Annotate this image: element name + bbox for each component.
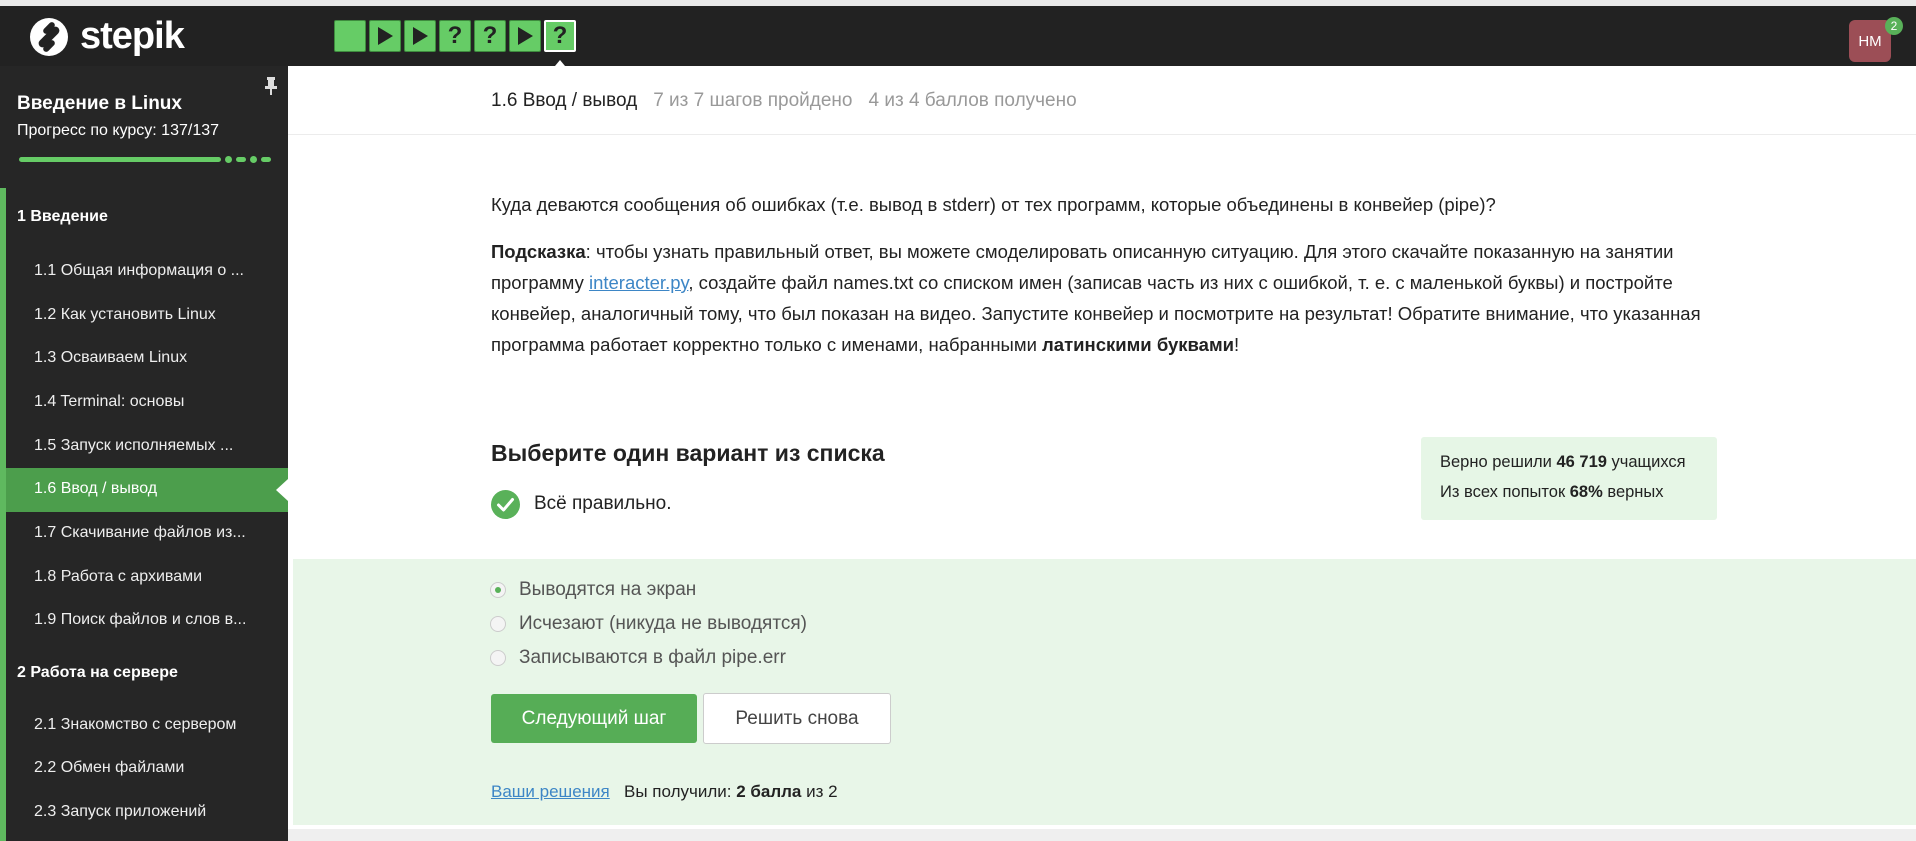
play-icon (518, 27, 533, 45)
option-2-radio[interactable] (490, 616, 506, 632)
score-result: Вы получили: 2 балла из 2 (624, 782, 838, 801)
quiz-status: Всё правильно. (534, 493, 672, 514)
brand-name: stepik (80, 15, 185, 57)
question-text: Куда деваются сообщения об ошибках (т.е.… (491, 194, 1496, 215)
score-meta: 4 из 4 баллов получено (868, 90, 1077, 111)
lesson-step-bar: ? ? ? (334, 20, 576, 52)
play-icon (413, 27, 428, 45)
lesson-1-6[interactable]: 1.6 Ввод / вывод (34, 480, 157, 498)
lesson-1-5[interactable]: 1.5 Запуск исполняемых ... (34, 437, 233, 455)
lesson-1-1[interactable]: 1.1 Общая информация о ... (34, 262, 244, 280)
step-4-button[interactable]: ? (439, 20, 471, 52)
module-1-title[interactable]: 1 Введение (17, 208, 108, 226)
module-2-title[interactable]: 2 Работа на сервере (17, 664, 178, 682)
pin-icon[interactable] (264, 76, 278, 96)
step-1-button[interactable] (334, 20, 366, 52)
course-sidebar: Введение в Linux Прогресс по курсу: 137/… (0, 66, 288, 841)
lesson-2-3[interactable]: 2.3 Запуск приложений (34, 803, 206, 821)
lesson-1-3[interactable]: 1.3 Осваиваем Linux (34, 349, 187, 367)
interacter-link[interactable]: interacter.py (589, 272, 688, 293)
lesson-1-2[interactable]: 1.2 Как установить Linux (34, 306, 216, 324)
hint-text-3: ! (1234, 334, 1240, 355)
lesson-1-7[interactable]: 1.7 Скачивание файлов из... (34, 524, 246, 542)
course-progress-bar (19, 156, 271, 163)
lesson-2-2[interactable]: 2.2 Обмен файлами (34, 759, 184, 777)
next-step-button[interactable]: Следующий шаг (491, 694, 697, 743)
lesson-1-8[interactable]: 1.8 Работа с архивами (34, 568, 202, 586)
lesson-header: 1.6 Ввод / вывод 7 из 7 шагов пройдено 4 и… (491, 90, 1077, 112)
question-icon: ? (447, 22, 463, 49)
quiz-title: Выберите один вариант из списка (491, 440, 885, 466)
step-7-button[interactable]: ? (544, 20, 576, 52)
hint-label: Подсказка (491, 241, 586, 262)
question-icon: ? (482, 22, 498, 49)
notification-badge: 2 (1885, 17, 1903, 35)
stats-solved: Верно решили 46 719 учащихся (1440, 453, 1686, 471)
lesson-1-4[interactable]: 1.4 Terminal: основы (34, 393, 184, 411)
progress-tail-dots (225, 156, 271, 163)
header-divider (288, 134, 1916, 135)
question-icon: ? (552, 22, 568, 49)
step-5-button[interactable]: ? (474, 20, 506, 52)
play-icon (378, 27, 393, 45)
top-navbar: stepik ? ? ? HM 2 (0, 6, 1916, 72)
stats-accuracy: Из всех попыток 68% верных (1440, 483, 1664, 501)
option-1-label[interactable]: Выводятся на экран (519, 579, 696, 601)
stepik-logo-icon (30, 17, 68, 56)
course-progress-text: Прогресс по курсу: 137/137 (17, 122, 220, 139)
course-progress-fill (19, 157, 221, 162)
hint-emphasis: латинскими буквами (1042, 334, 1235, 355)
option-2-label[interactable]: Исчезают (никуда не выводятся) (519, 613, 807, 635)
step-3-button[interactable] (404, 20, 436, 52)
course-title[interactable]: Введение в Linux (17, 93, 182, 115)
module-progress-stripe (0, 188, 6, 841)
hint-paragraph: Подсказка: чтобы узнать правильный ответ… (491, 236, 1721, 360)
lesson-1-9[interactable]: 1.9 Поиск файлов и слов в... (34, 611, 246, 629)
option-3-label[interactable]: Записываются в файл pipe.err (519, 647, 786, 669)
your-solutions-link[interactable]: Ваши решения (491, 782, 610, 802)
lesson-title: 1.6 Ввод / вывод (491, 90, 638, 111)
stats-box: Верно решили 46 719 учащихся Из всех поп… (1421, 437, 1717, 520)
bottom-scroll-strip (288, 829, 1916, 841)
lesson-2-1[interactable]: 2.1 Знакомство с сервером (34, 716, 236, 734)
current-step-pointer (550, 60, 570, 72)
stepik-logo[interactable]: stepik (28, 15, 185, 58)
active-lesson-arrow (276, 479, 288, 501)
check-circle-icon (491, 490, 520, 519)
step-2-button[interactable] (369, 20, 401, 52)
step-6-button[interactable] (509, 20, 541, 52)
steps-done: 7 из 7 шагов пройдено (653, 90, 853, 111)
solve-again-button[interactable]: Решить снова (703, 693, 891, 744)
option-3-radio[interactable] (490, 650, 506, 666)
option-1-radio[interactable] (490, 582, 506, 598)
